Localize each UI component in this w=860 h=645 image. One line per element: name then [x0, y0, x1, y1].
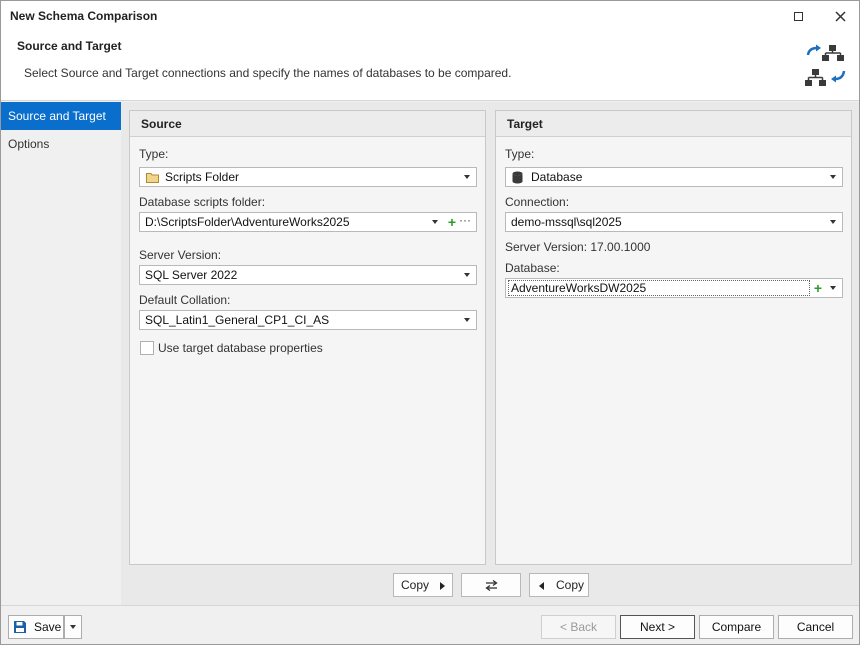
target-server-version-text: Server Version: 17.00.1000	[505, 240, 651, 254]
chevron-down-icon	[830, 175, 836, 179]
chevron-down-icon	[464, 318, 470, 322]
target-type-select[interactable]: Database	[505, 167, 843, 187]
copy-to-source-button[interactable]: Copy	[529, 573, 589, 597]
save-label: Save	[34, 620, 62, 634]
maximize-icon	[793, 11, 803, 21]
source-collation-label: Default Collation:	[139, 293, 231, 307]
target-panel-title: Target	[496, 111, 851, 137]
source-type-label: Type:	[139, 147, 169, 161]
source-server-version-label: Server Version:	[139, 248, 222, 262]
copy-to-target-button[interactable]: Copy	[393, 573, 453, 597]
compare-button[interactable]: Compare	[699, 615, 774, 639]
chevron-down-icon[interactable]	[830, 286, 836, 290]
target-database-input[interactable]: AdventureWorksDW2025	[508, 280, 810, 296]
save-icon	[14, 621, 26, 633]
target-database-value: AdventureWorksDW2025	[511, 281, 647, 295]
add-database-icon[interactable]: +	[814, 280, 822, 296]
target-database-select[interactable]: AdventureWorksDW2025 +	[505, 278, 843, 298]
schema-compare-icon	[805, 44, 846, 86]
browse-icon[interactable]: ···	[459, 211, 471, 229]
maximize-button[interactable]	[781, 4, 815, 28]
page-title: Source and Target	[17, 39, 122, 53]
target-connection-select[interactable]: demo-mssql\sql2025	[505, 212, 843, 232]
copy-to-target-label: Copy	[401, 578, 430, 592]
source-server-version-select[interactable]: SQL Server 2022	[139, 265, 477, 285]
cancel-button[interactable]: Cancel	[778, 615, 853, 639]
sidebar-item-options[interactable]: Options	[1, 130, 121, 158]
wizard-content: Source Type: Scripts Folder Database scr…	[121, 102, 859, 605]
folder-icon	[146, 173, 159, 183]
wizard-header: Source and Target Select Source and Targ…	[1, 31, 859, 101]
chevron-down-icon[interactable]	[432, 220, 438, 224]
close-button[interactable]	[823, 4, 857, 28]
source-folder-label: Database scripts folder:	[139, 195, 266, 209]
source-panel-title: Source	[130, 111, 485, 137]
source-collation-select[interactable]: SQL_Latin1_General_CP1_CI_AS	[139, 310, 477, 330]
save-options-button[interactable]	[64, 615, 82, 639]
source-panel: Source Type: Scripts Folder Database scr…	[129, 110, 486, 565]
title-bar: New Schema Comparison	[1, 1, 859, 31]
next-button[interactable]: Next >	[620, 615, 695, 639]
swap-icon	[485, 580, 498, 591]
target-panel: Target Type: Database Connection: demo-m…	[495, 110, 852, 565]
chevron-down-icon	[830, 220, 836, 224]
source-type-value: Scripts Folder	[165, 170, 240, 184]
wizard-sidebar: Source and Target Options	[1, 102, 121, 605]
add-folder-icon[interactable]: +	[448, 214, 456, 230]
source-server-version-value: SQL Server 2022	[145, 268, 238, 282]
window-title: New Schema Comparison	[10, 9, 158, 23]
target-type-label: Type:	[505, 147, 535, 161]
chevron-down-icon	[464, 175, 470, 179]
target-type-value: Database	[531, 170, 583, 184]
copy-to-source-label: Copy	[556, 578, 585, 592]
dialog-footer: Save < Back Next > Compare Cancel	[1, 605, 859, 644]
close-icon	[834, 10, 846, 22]
target-connection-value: demo-mssql\sql2025	[511, 215, 622, 229]
chevron-down-icon	[464, 273, 470, 277]
source-collation-value: SQL_Latin1_General_CP1_CI_AS	[145, 313, 330, 327]
save-button[interactable]: Save	[8, 615, 64, 639]
arrow-right-icon	[440, 582, 445, 590]
target-connection-label: Connection:	[505, 195, 570, 209]
source-type-select[interactable]: Scripts Folder	[139, 167, 477, 187]
dialog-window: New Schema Comparison Source and Target …	[0, 0, 860, 645]
sidebar-item-source-and-target[interactable]: Source and Target	[1, 102, 121, 130]
use-target-properties-label[interactable]: Use target database properties	[158, 341, 323, 355]
swap-button[interactable]	[461, 573, 521, 597]
arrow-left-icon	[539, 582, 544, 590]
source-folder-input[interactable]: D:\ScriptsFolder\AdventureWorks2025 + ··…	[139, 212, 477, 232]
source-folder-value: D:\ScriptsFolder\AdventureWorks2025	[145, 215, 350, 229]
use-target-properties-checkbox[interactable]	[140, 341, 154, 355]
chevron-down-icon	[70, 625, 76, 629]
database-icon	[512, 171, 523, 184]
page-description: Select Source and Target connections and…	[24, 66, 512, 80]
back-button[interactable]: < Back	[541, 615, 616, 639]
target-database-label: Database:	[505, 261, 560, 275]
